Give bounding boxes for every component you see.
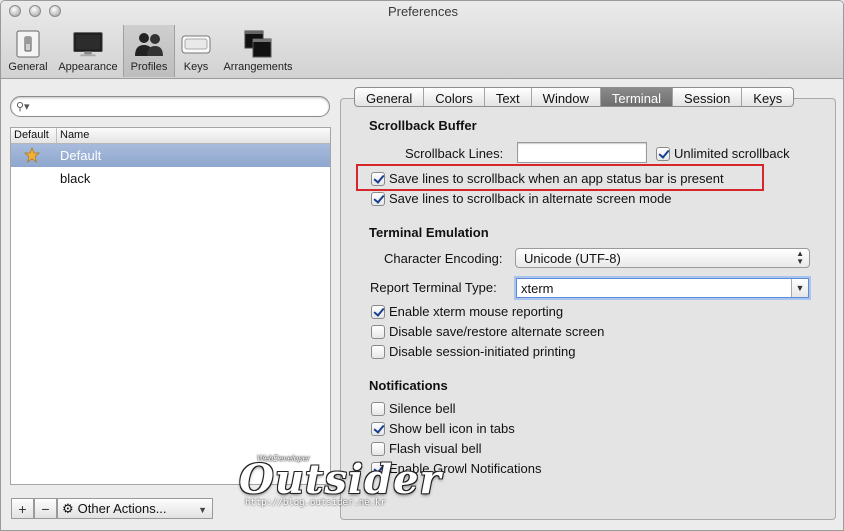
checkbox-label: Save lines to scrollback in alternate sc…: [389, 191, 672, 206]
light-switch-icon: [12, 29, 44, 59]
checkbox-label: Unlimited scrollback: [674, 146, 790, 161]
toolbar-arrangements[interactable]: Arrangements: [217, 25, 299, 77]
profile-name: Default: [60, 148, 102, 163]
tab-terminal[interactable]: Terminal: [600, 88, 674, 106]
toolbar-profiles-label: Profiles: [130, 61, 168, 73]
checkbox-box[interactable]: [371, 191, 385, 206]
list-item[interactable]: Default: [11, 144, 330, 167]
toolbar-general-label: General: [8, 61, 48, 73]
monitor-icon: [72, 29, 104, 59]
checkbox-box[interactable]: [371, 171, 385, 186]
checkbox-box[interactable]: [371, 401, 385, 416]
profile-search[interactable]: ⚲▾: [10, 96, 330, 117]
disable-alt-screen-checkbox[interactable]: Disable save/restore alternate screen: [371, 324, 604, 339]
watermark-subtitle: WebDeveloper: [257, 454, 310, 463]
tab-text[interactable]: Text: [485, 88, 532, 106]
settings-tabs: General Colors Text Window Terminal Sess…: [354, 87, 795, 107]
disable-printing-checkbox[interactable]: Disable session-initiated printing: [371, 344, 575, 359]
checkbox-box[interactable]: [371, 344, 385, 359]
list-item[interactable]: black: [11, 167, 330, 190]
chevron-down-icon[interactable]: ▼: [791, 279, 808, 297]
toolbar-general[interactable]: General: [3, 25, 53, 77]
watermark-url: http://blog.outsider.ne.kr: [245, 498, 386, 508]
silence-bell-checkbox[interactable]: Silence bell: [371, 401, 456, 416]
gear-icon: ⚙: [62, 500, 74, 516]
unlimited-scrollback-checkbox[interactable]: Unlimited scrollback: [656, 146, 790, 161]
checkbox-label: Silence bell: [389, 401, 456, 416]
profile-actions-bar: + − ⚙ Other Actions... ▼: [11, 498, 213, 519]
checkbox-label: Show bell icon in tabs: [389, 421, 515, 436]
watermark-title: Outsider: [239, 456, 442, 503]
other-actions-label: Other Actions...: [77, 501, 167, 516]
checkbox-label: Disable session-initiated printing: [389, 344, 576, 359]
save-alt-screen-checkbox[interactable]: Save lines to scrollback in alternate sc…: [371, 191, 672, 206]
people-icon: [133, 29, 165, 59]
profile-list: Default Name Default black: [10, 127, 331, 485]
scrollback-lines-input[interactable]: [517, 142, 647, 163]
windows-icon: [242, 29, 274, 59]
updown-arrows-icon: ▲ ▼: [796, 249, 804, 266]
toolbar-appearance-label: Appearance: [58, 61, 118, 73]
toolbar-arrangements-label: Arrangements: [223, 61, 293, 73]
xterm-mouse-checkbox[interactable]: Enable xterm mouse reporting: [371, 304, 563, 319]
toolbar-appearance[interactable]: Appearance: [53, 25, 123, 77]
profile-name: black: [60, 171, 91, 186]
other-actions-button[interactable]: ⚙ Other Actions... ▼: [57, 498, 213, 519]
add-profile-button[interactable]: +: [11, 498, 34, 519]
encoding-value: Unicode (UTF-8): [524, 250, 621, 266]
save-status-bar-checkbox[interactable]: Save lines to scrollback when an app sta…: [371, 171, 724, 186]
star-icon: [24, 147, 40, 166]
notifications-section-title: Notifications: [369, 378, 448, 393]
checkbox-box[interactable]: [656, 146, 670, 161]
terminal-type-label: Report Terminal Type:: [370, 280, 497, 295]
list-header: Default Name: [11, 128, 330, 144]
toolbar-keys[interactable]: Keys: [175, 25, 217, 77]
window-title: Preferences: [387, 4, 459, 19]
tab-general[interactable]: General: [355, 88, 425, 106]
search-input[interactable]: [37, 99, 322, 114]
scrollback-section-title: Scrollback Buffer: [369, 118, 477, 133]
checkbox-label: Flash visual bell: [389, 441, 482, 456]
toolbar-keys-label: Keys: [183, 61, 209, 73]
tab-window[interactable]: Window: [532, 88, 601, 106]
chevron-down-icon: ▼: [198, 505, 207, 515]
remove-profile-button[interactable]: −: [34, 498, 57, 519]
encoding-label: Character Encoding:: [384, 251, 503, 266]
toolbar-profiles[interactable]: Profiles: [123, 25, 175, 77]
terminal-type-combo[interactable]: xterm ▼: [516, 278, 809, 298]
tab-colors[interactable]: Colors: [424, 88, 485, 106]
checkbox-box[interactable]: [371, 421, 385, 436]
column-default[interactable]: Default: [11, 128, 57, 143]
tab-session[interactable]: Session: [673, 88, 743, 106]
checkbox-label: Save lines to scrollback when an app sta…: [389, 171, 724, 186]
encoding-select[interactable]: Unicode (UTF-8) ▲ ▼: [515, 248, 810, 268]
checkbox-box[interactable]: [371, 324, 385, 339]
keyboard-key-icon: [180, 29, 212, 59]
checkbox-label: Enable xterm mouse reporting: [389, 304, 564, 319]
checkbox-box[interactable]: [371, 304, 385, 319]
tab-keys[interactable]: Keys: [742, 88, 793, 106]
column-name[interactable]: Name: [57, 128, 92, 143]
bell-icon-tabs-checkbox[interactable]: Show bell icon in tabs: [371, 421, 515, 436]
watermark: Outsider WebDeveloper http://blog.outsid…: [239, 452, 441, 512]
emulation-section-title: Terminal Emulation: [369, 225, 489, 240]
terminal-type-value: xterm: [521, 280, 554, 296]
toolbar: General Appearance Profiles Keys Arrange…: [3, 25, 299, 77]
scrollback-lines-label: Scrollback Lines:: [405, 146, 504, 161]
checkbox-label: Disable save/restore alternate screen: [389, 324, 605, 339]
preferences-window: Preferences General Appearance Profiles …: [0, 0, 844, 531]
search-icon: ⚲▾: [16, 101, 30, 113]
title-bar: Preferences General Appearance Profiles …: [1, 1, 843, 79]
